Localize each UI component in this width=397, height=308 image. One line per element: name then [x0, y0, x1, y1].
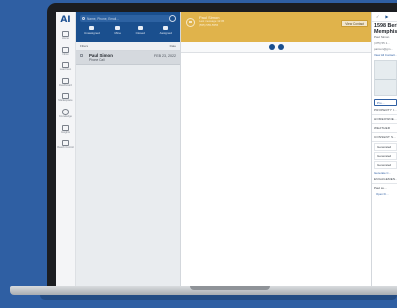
filter-label: Assigned — [159, 31, 172, 35]
conversation-toolbar — [181, 42, 371, 53]
inbox-header: Name, Phone, Email... Unassigned Mine Cl… — [76, 12, 180, 42]
conversation-header: Paul Simon Last message 12:05 (555) 555-… — [181, 12, 371, 42]
engagement-open-link[interactable]: Open Fi… — [372, 190, 397, 196]
nav-label: Dashboard — [59, 83, 72, 87]
nav-label: Inbox — [62, 52, 69, 56]
filter-unassigned[interactable]: Unassigned — [84, 26, 100, 35]
section-engagement[interactable]: ENGAGEMEN… — [372, 175, 397, 185]
app-screen: AI Home Inbox Lead Gen Dashboard Marketp… — [56, 12, 397, 287]
contact-tabs: ✓ ▶ — [372, 12, 397, 22]
nav-item-knowledge[interactable]: Knowledge — [59, 108, 72, 119]
section-property[interactable]: PROPERTY I… — [372, 106, 397, 116]
chat-icon — [186, 18, 195, 27]
insights-icon — [61, 124, 69, 131]
conversation-subtitle: Phone Call — [89, 58, 105, 62]
nav-item-insights[interactable]: Insights — [61, 124, 70, 135]
section-homeowner[interactable]: HOMEOWNE… — [372, 115, 397, 125]
filter-closed[interactable]: Closed — [136, 26, 145, 35]
nav-label: Lead Gen — [59, 68, 72, 72]
sort-button[interactable]: Date — [170, 44, 176, 48]
generated-item[interactable]: Generated — [374, 143, 397, 152]
nav-item-reach[interactable]: Reach Control — [57, 140, 74, 150]
contact-panel: ✓ ▶ 1598 Berk Memphis, Paul Simon (475) … — [371, 12, 397, 287]
nav-item-dashboard[interactable]: Dashboard — [59, 77, 72, 88]
user-icon — [163, 26, 169, 30]
filter-label: Closed — [135, 31, 145, 35]
inbox-panel: Name, Phone, Email... Unassigned Mine Cl… — [76, 12, 181, 287]
dashboard-icon — [61, 77, 69, 84]
pro-button[interactable]: Pro… — [374, 99, 397, 107]
filter-label: Unassigned — [84, 31, 100, 35]
nav-item-marketplace[interactable]: Marketplace — [58, 93, 73, 103]
section-consent[interactable]: CONSENT S… — [372, 133, 397, 143]
search-input[interactable]: Name, Phone, Email... — [80, 15, 170, 22]
section-weather[interactable]: WEATHER — [372, 124, 397, 134]
conversation-body — [181, 53, 371, 287]
inbox-icon — [115, 26, 121, 30]
nav-label: Reach Control — [57, 146, 74, 150]
check-icon[interactable]: ✓ — [376, 14, 379, 19]
left-nav: AI Home Inbox Lead Gen Dashboard Marketp… — [56, 12, 76, 287]
nav-item-inbox[interactable]: Inbox — [62, 46, 69, 57]
inbox-icon — [62, 46, 69, 53]
conversation-row[interactable]: Paul Simon Phone Call FEB 23, 2022 — [76, 51, 180, 65]
inbox-toolbar: Filters Date — [76, 42, 180, 51]
view-all-contact-link[interactable]: View All Contact… — [372, 51, 397, 57]
search-icon — [82, 17, 85, 20]
contact-email: paimon@gm… — [374, 47, 394, 52]
filter-mine[interactable]: Mine — [114, 26, 121, 35]
nav-label: Knowledge — [59, 114, 72, 118]
laptop-notch — [190, 286, 270, 290]
generated-item[interactable]: Generated — [374, 152, 397, 161]
inbox-filters: Unassigned Mine Closed Assigned — [80, 26, 176, 35]
flag-icon[interactable]: ▶ — [385, 14, 388, 19]
filter-assigned[interactable]: Assigned — [160, 26, 172, 35]
row-checkbox[interactable] — [80, 54, 83, 57]
phone-icon[interactable] — [277, 44, 284, 50]
conversation-date: FEB 23, 2022 — [154, 54, 176, 58]
filter-label: Mine — [114, 31, 121, 35]
laptop-base — [0, 286, 397, 308]
inbox-list-empty-area — [76, 65, 180, 287]
nav-item-leadgen[interactable]: Lead Gen — [60, 62, 71, 72]
check-icon — [137, 26, 143, 30]
nav-item-home[interactable]: Home — [62, 31, 69, 41]
view-contact-button[interactable]: View Contact — [341, 20, 368, 27]
generated-item[interactable]: Generated — [374, 161, 397, 170]
nav-label: Marketplace — [58, 99, 73, 103]
property-map[interactable] — [374, 60, 397, 97]
nav-label: Home — [62, 37, 69, 40]
settings-icon[interactable] — [169, 15, 176, 22]
nav-label: Insights — [61, 130, 70, 134]
conversation-panel: Paul Simon Last message 12:05 (555) 555-… — [181, 12, 371, 287]
message-icon[interactable] — [268, 44, 275, 50]
contact-address: 1598 Berk Memphis, Paul Simon — [372, 22, 397, 39]
search-placeholder: Name, Phone, Email... — [87, 16, 119, 21]
filters-button[interactable]: Filters — [80, 44, 88, 48]
app-logo: AI — [60, 15, 71, 25]
people-icon — [89, 26, 95, 30]
